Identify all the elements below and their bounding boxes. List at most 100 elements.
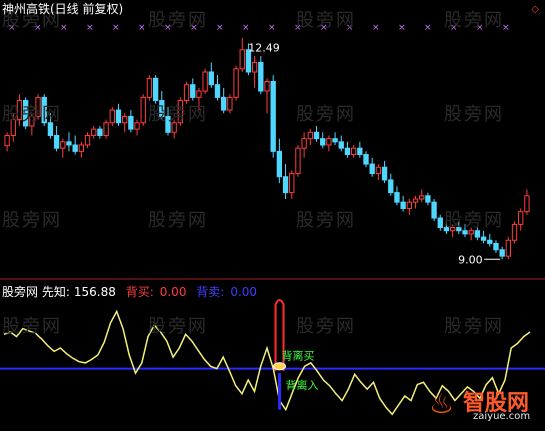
diamond-icon: ◇ <box>531 4 539 15</box>
candle-body <box>524 195 530 213</box>
candle-body <box>363 154 369 165</box>
markers-group: × × × × × × × × × × × × × × × × × × × × <box>8 23 510 33</box>
divergence-entry-annotation: 背离入 <box>286 378 319 392</box>
candle-body <box>134 122 140 130</box>
site-logo: ♨ 智股网 zaiyue.com <box>429 385 541 425</box>
candle-body <box>518 211 524 225</box>
signal-marker: × <box>424 23 432 33</box>
candle-body <box>425 195 431 203</box>
candle-body <box>270 81 276 152</box>
candle-body <box>313 131 320 140</box>
candle-body <box>295 147 301 175</box>
candle-body <box>276 150 283 178</box>
flame-icon: ♨ <box>429 387 455 420</box>
buy-value: 0.00 <box>159 285 187 299</box>
indicator-name: 股旁网 先知: <box>2 285 70 299</box>
candle-body <box>190 84 196 98</box>
candle-body <box>233 68 239 98</box>
candle-body <box>412 198 419 203</box>
watermark: 股旁网 <box>296 10 356 31</box>
indicator-value: 156.88 <box>73 285 116 299</box>
candle-body <box>251 61 258 73</box>
candle-body <box>487 239 493 244</box>
watermark: 股旁网 <box>444 210 504 231</box>
buy-label: 背买: <box>125 285 154 299</box>
candle-body <box>84 134 91 146</box>
candle-body <box>369 163 375 175</box>
candle-body <box>431 201 437 219</box>
indicator-header: 股旁网 先知: 156.88 背买: 0.00 背卖: 0.00 <box>2 285 263 299</box>
chart-stage: × × × × × × × × × × × × × × × × × × × × 12.49 9.00 背离买 背离入 … <box>0 0 545 427</box>
candle-body <box>103 122 109 136</box>
candle-body <box>109 109 115 124</box>
candle-body <box>406 201 412 209</box>
candle-body <box>499 249 505 257</box>
candle-body <box>338 141 344 149</box>
candle-body <box>152 77 159 102</box>
candle-body <box>183 84 190 102</box>
watermark: 股旁网 <box>296 316 356 337</box>
watermark: 股旁网 <box>444 104 504 125</box>
watermark: 股旁网 <box>148 316 208 337</box>
candle-body <box>66 141 72 146</box>
candle-body <box>115 109 122 124</box>
candle-body <box>239 49 245 70</box>
chart-title: 神州高铁(日线 前复权) <box>2 2 124 16</box>
signal-marker: × <box>112 23 120 33</box>
candle-body <box>258 61 264 92</box>
candle-body <box>196 90 202 98</box>
candle-body <box>332 138 338 143</box>
candle-body <box>381 166 388 181</box>
sell-value: 0.00 <box>230 285 258 299</box>
candle-body <box>344 147 351 156</box>
candle-body <box>350 147 357 156</box>
watermark: 股旁网 <box>296 210 356 231</box>
watermark: 股旁网 <box>148 210 208 231</box>
signal-dot <box>273 362 287 371</box>
watermark: 股旁网 <box>148 10 208 31</box>
candle-body <box>146 77 153 98</box>
candle-body <box>493 242 499 251</box>
candle-body <box>505 239 512 257</box>
candle-body <box>511 223 518 241</box>
candle-body <box>400 201 406 209</box>
signal-marker: × <box>216 23 224 33</box>
candle-body <box>357 147 363 156</box>
candle-body <box>208 71 214 86</box>
candle-body <box>140 96 146 124</box>
watermark: 股旁网 <box>2 104 62 125</box>
candle-body <box>419 195 425 200</box>
signal-marker: × <box>372 23 380 33</box>
watermark: 股旁网 <box>2 316 62 337</box>
candle-body <box>320 138 326 146</box>
candle-body <box>4 134 10 147</box>
candle-body <box>388 179 394 194</box>
candle-body <box>122 115 128 124</box>
candle-body <box>91 128 97 136</box>
sell-label: 背卖: <box>196 285 225 299</box>
candle-body <box>128 115 134 130</box>
candle-body <box>53 134 60 149</box>
signal-marker: × <box>138 23 146 33</box>
watermark: 股旁网 <box>2 210 62 231</box>
candle-body <box>202 71 208 92</box>
candle-body <box>301 138 307 149</box>
signal-marker: × <box>86 23 94 33</box>
watermark: 股旁网 <box>444 10 504 31</box>
candle-body <box>326 138 332 146</box>
watermark: 股旁网 <box>296 104 356 125</box>
signal-marker: × <box>268 23 276 33</box>
candle-body <box>394 192 400 203</box>
candle-body <box>214 84 221 98</box>
signal-marker: × <box>242 23 250 33</box>
candle-body <box>375 166 382 175</box>
high-price-label: 12.49 <box>248 42 280 55</box>
low-price-label: 9.00 <box>458 253 483 266</box>
signal-marker: × <box>398 23 406 33</box>
candle-body <box>60 141 66 149</box>
watermark: 股旁网 <box>444 316 504 337</box>
candle-body <box>289 173 295 194</box>
candle-body <box>78 144 85 152</box>
candle-body <box>97 128 103 136</box>
candle-body <box>221 96 227 111</box>
